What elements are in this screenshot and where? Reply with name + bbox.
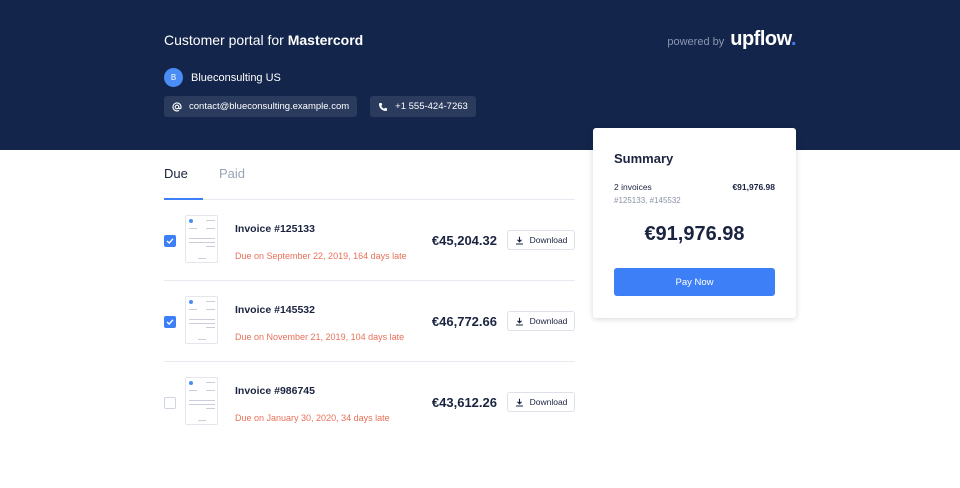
download-label: Download: [529, 397, 568, 407]
invoice-amount: €46,772.66: [431, 314, 497, 329]
contact-chips: contact@blueconsulting.example.com +1 55…: [164, 96, 476, 117]
company-name: Blueconsulting US: [191, 71, 281, 84]
summary-invoice-refs: #125133, #145532: [614, 196, 681, 205]
invoice-thumbnail[interactable]: [185, 215, 218, 263]
title-company: Mastercord: [287, 32, 364, 48]
powered-label: powered by: [667, 36, 725, 48]
invoice-tabs: Due Paid: [164, 166, 575, 200]
brand-dot: .: [790, 28, 797, 50]
phone-icon: [378, 102, 388, 112]
portal-header: Customer portal for Mastercord powered b…: [0, 0, 960, 150]
email-text: contact@blueconsulting.example.com: [189, 101, 350, 112]
invoice-due-date: Due on January 30, 2020, 34 days late: [235, 413, 390, 423]
invoice-thumbnail[interactable]: [185, 296, 218, 344]
brand-logo[interactable]: upflow.: [730, 28, 796, 51]
download-button[interactable]: Download: [507, 311, 575, 331]
download-label: Download: [529, 235, 568, 245]
brand-name: upflow: [730, 28, 791, 50]
invoice-title[interactable]: Invoice #145532: [235, 304, 315, 316]
download-icon: [515, 398, 523, 407]
summary-title: Summary: [614, 151, 674, 166]
invoice-thumbnail[interactable]: [185, 377, 218, 425]
tab-paid[interactable]: Paid: [219, 166, 245, 200]
download-icon: [515, 317, 523, 326]
pay-now-button[interactable]: Pay Now: [614, 268, 775, 296]
invoice-due-date: Due on September 22, 2019, 164 days late: [235, 251, 407, 261]
invoice-row: Invoice #125133 Due on September 22, 201…: [164, 200, 575, 281]
summary-count-amount: €91,976.98: [732, 182, 775, 192]
download-button[interactable]: Download: [507, 392, 575, 412]
check-icon: [166, 319, 174, 325]
download-icon: [515, 236, 523, 245]
email-chip[interactable]: contact@blueconsulting.example.com: [164, 96, 358, 117]
phone-chip[interactable]: +1 555-424-7263: [370, 96, 476, 117]
phone-text: +1 555-424-7263: [395, 101, 468, 112]
invoice-title[interactable]: Invoice #986745: [235, 385, 315, 397]
avatar: B: [164, 68, 183, 87]
powered-by: powered by upflow.: [667, 28, 796, 51]
invoice-amount: €45,204.32: [431, 233, 497, 248]
page-title: Customer portal for Mastercord: [164, 32, 363, 48]
invoice-row: Invoice #986745 Due on January 30, 2020,…: [164, 362, 575, 443]
title-prefix: Customer portal for: [164, 32, 284, 48]
invoice-due-date: Due on November 21, 2019, 104 days late: [235, 332, 405, 342]
summary-invoice-count: 2 invoices: [614, 182, 652, 192]
invoice-checkbox[interactable]: [164, 397, 176, 409]
invoice-amount: €43,612.26: [431, 395, 497, 410]
company-info: B Blueconsulting US: [164, 68, 281, 87]
invoice-title[interactable]: Invoice #125133: [235, 223, 315, 235]
check-icon: [166, 238, 174, 244]
summary-total: €91,976.98: [644, 223, 745, 245]
at-sign-icon: [172, 101, 182, 112]
invoice-row: Invoice #145532 Due on November 21, 2019…: [164, 281, 575, 362]
invoice-checkbox[interactable]: [164, 235, 176, 247]
summary-card: Summary 2 invoices €91,976.98 #125133, #…: [593, 128, 796, 318]
invoice-checkbox[interactable]: [164, 316, 176, 328]
download-label: Download: [529, 316, 568, 326]
tab-due[interactable]: Due: [164, 166, 188, 200]
download-button[interactable]: Download: [507, 230, 575, 250]
